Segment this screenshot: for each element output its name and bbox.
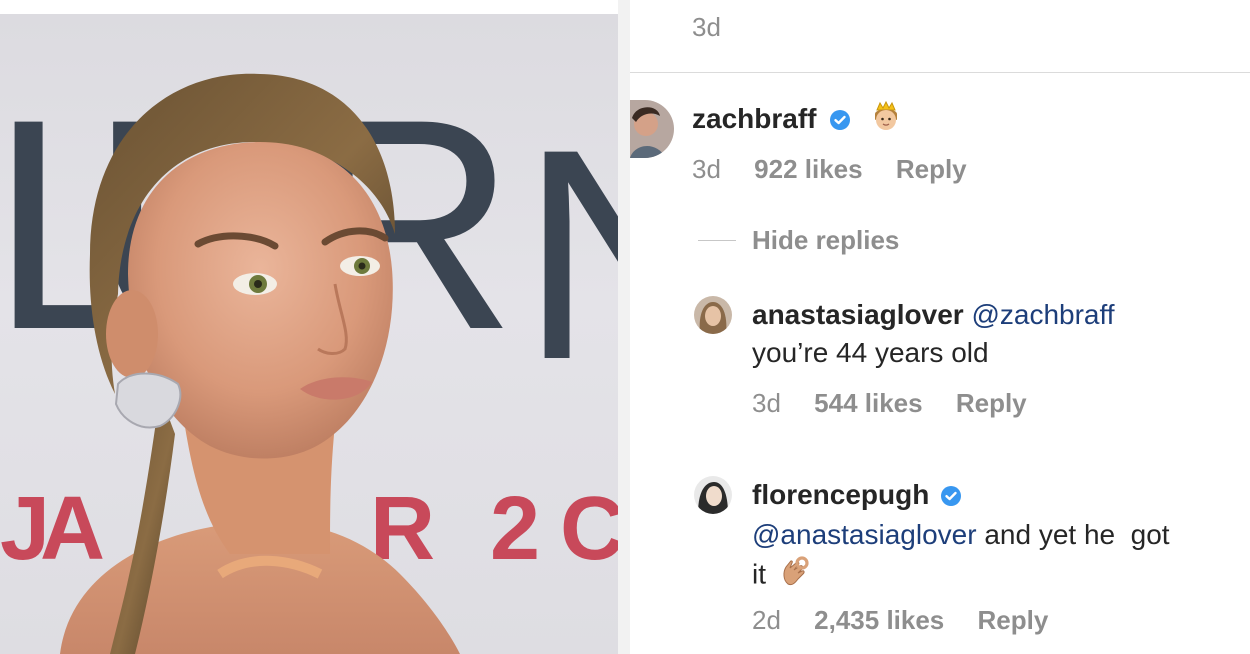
previous-comment-time: 3d (692, 12, 721, 42)
portrait-figure (60, 73, 460, 654)
comment-meta: 3d 544 likes Reply (752, 388, 1027, 419)
comments-panel: 3d zachbraff 3d 922 likes Reply Hide rep… (630, 0, 1250, 654)
comment-body: anastasiaglover @zachbraff you’re 44 yea… (752, 296, 1242, 372)
comment-meta: 2d 2,435 likes Reply (752, 605, 1048, 636)
crown-face-emoji-icon (870, 100, 902, 141)
likes-count[interactable]: 2,435 likes (814, 605, 944, 635)
hide-replies-line (698, 240, 736, 241)
comment-text: you’re 44 years old (752, 337, 989, 368)
username-florencepugh[interactable]: florencepugh (752, 479, 929, 510)
comment-time: 2d (752, 605, 781, 635)
comment-header: zachbraff (692, 100, 902, 141)
comment-separator (630, 72, 1250, 73)
comment-time: 3d (752, 388, 781, 418)
hide-replies-button[interactable]: Hide replies (752, 225, 899, 256)
reply-button[interactable]: Reply (978, 605, 1049, 635)
username-zachbraff[interactable]: zachbraff (692, 103, 816, 134)
verified-badge-icon (830, 103, 851, 139)
username-anastasiaglover[interactable]: anastasiaglover (752, 299, 964, 330)
comment-time: 3d (692, 154, 721, 184)
mention-link[interactable]: @zachbraff (971, 299, 1114, 330)
photo-top-border (0, 0, 618, 14)
comment-meta: 3d 922 likes Reply (692, 154, 967, 185)
comment-text: it (752, 558, 766, 589)
likes-count[interactable]: 544 likes (814, 388, 922, 418)
mention-link[interactable]: @anastasiaglover (752, 519, 977, 550)
avatar-florencepugh[interactable] (694, 476, 732, 514)
avatar-zachbraff[interactable] (630, 100, 674, 158)
reply-button[interactable]: Reply (896, 154, 967, 184)
comment-text: and yet he got (984, 518, 1170, 550)
reply-button[interactable]: Reply (956, 388, 1027, 418)
panel-divider (618, 0, 630, 654)
portrait-photo: L U R N J A R 2 C (0, 14, 618, 654)
avatar-anastasiaglover[interactable] (694, 296, 732, 334)
likes-count[interactable]: 922 likes (754, 154, 862, 184)
ok-hand-emoji-icon (778, 554, 812, 598)
comment-body: florencepugh @anastasiaglover and yet he… (752, 476, 1242, 598)
verified-badge-icon (941, 478, 962, 516)
